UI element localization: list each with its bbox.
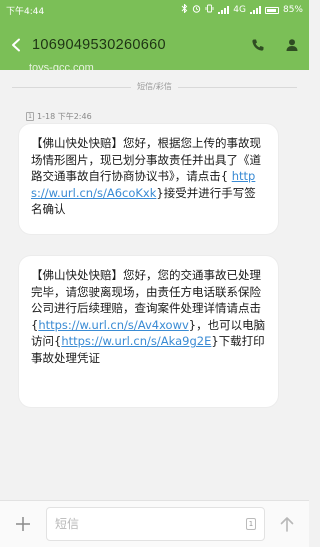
channel-label-row: 短信/彩信 (0, 81, 309, 92)
signal-bars-icon-2 (249, 6, 261, 14)
message-link[interactable]: https://w.url.cn/s/Av4xowv (38, 318, 188, 332)
arrow-up-icon (280, 517, 294, 532)
bluetooth-icon (181, 3, 188, 16)
battery-icon (264, 6, 279, 14)
phone-icon (252, 39, 264, 51)
sender-number: 1069049530260660 (32, 37, 166, 53)
vibrate-icon (205, 4, 214, 16)
chevron-left-icon (12, 38, 20, 52)
message-timestamp-row: 1 1-18 下午2:46 (26, 111, 92, 122)
person-icon (286, 39, 298, 51)
message-text: 【佛山快处快赔】您好，根据您上传的事故现场情形图片，现已划分事故责任并出具了《道… (31, 136, 261, 183)
call-button[interactable] (241, 20, 275, 70)
status-bar: 下午4:44 4G 85% (0, 0, 309, 20)
message-input[interactable] (55, 517, 246, 531)
composer-bar: 1 (0, 500, 309, 547)
back-button[interactable] (0, 20, 32, 70)
network-type: 4G (233, 5, 246, 15)
sim-card-icon: 1 (26, 112, 34, 121)
contact-button[interactable] (275, 20, 309, 70)
signal-bars-icon (218, 6, 230, 14)
message-list[interactable]: 短信/彩信 1 1-18 下午2:46 【佛山快处快赔】您好，根据您上传的事故现… (0, 70, 309, 500)
status-icons: 4G 85% (181, 3, 303, 16)
message-bubble[interactable]: 【佛山快处快赔】您好，根据您上传的事故现场情形图片，现已划分事故责任并出具了《道… (19, 124, 278, 234)
message-bubble[interactable]: 【佛山快处快赔】您好，您的交通事故已处理完毕，请您驶离现场，由责任方电话联系保险… (19, 256, 278, 407)
message-link[interactable]: https://w.url.cn/s/Aka9g2E (61, 334, 211, 348)
alarm-icon (192, 4, 201, 16)
status-time: 下午4:44 (6, 6, 45, 17)
sim-selector-icon[interactable]: 1 (246, 518, 256, 530)
plus-icon (16, 517, 30, 531)
channel-label: 短信/彩信 (131, 82, 178, 91)
send-button[interactable] (265, 501, 309, 547)
battery-level: 85% (282, 5, 303, 15)
message-timestamp: 1-18 下午2:46 (37, 112, 92, 121)
add-attachment-button[interactable] (0, 501, 46, 547)
message-field[interactable]: 1 (46, 507, 265, 541)
